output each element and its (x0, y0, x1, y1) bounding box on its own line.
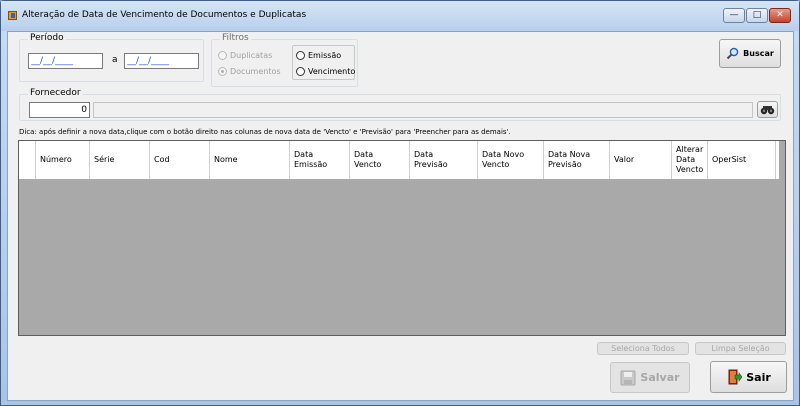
seleciona-todos-button[interactable]: Seleciona Todos (597, 342, 689, 355)
sair-button[interactable]: Sair (710, 361, 787, 393)
date-type-subgroup: Emissão Vencimento (292, 45, 355, 80)
filtros-label: Filtros (220, 33, 251, 43)
radio-duplicatas-label: Duplicatas (230, 51, 273, 60)
floppy-disk-icon (620, 370, 636, 385)
close-button[interactable]: ✕ (769, 8, 791, 23)
col-data-nova-previsao[interactable]: Data Nova Previsão (544, 141, 610, 179)
fornecedor-name-field (93, 102, 753, 118)
binoculars-icon (760, 105, 775, 114)
title-bar[interactable]: Alteração de Data de Vencimento de Docum… (1, 1, 799, 31)
radio-documentos-label: Documentos (230, 67, 281, 76)
filtros-group: Filtros Duplicatas Documentos Emissão Ve… (211, 33, 358, 87)
salvar-button[interactable]: Salvar (610, 362, 690, 393)
col-data-novo-vencto[interactable]: Data Novo Vencto (478, 141, 544, 179)
radio-vencimento-label: Vencimento (308, 67, 356, 76)
grid-header: Número Série Cod Nome Data Emissão Data … (19, 141, 779, 179)
hint-text: Dica: após definir a nova data,clique co… (19, 128, 511, 136)
date-start-input[interactable]: __/__/____ (28, 53, 103, 69)
radio-vencimento[interactable]: Vencimento (296, 67, 355, 76)
limpa-selecao-button[interactable]: Limpa Seleção (695, 342, 786, 355)
col-nome[interactable]: Nome (210, 141, 290, 179)
magnifier-icon (726, 47, 739, 60)
buscar-button[interactable]: Buscar (719, 39, 781, 68)
maximize-button[interactable]: □ (746, 8, 768, 23)
window-controls: — □ ✕ (723, 8, 791, 23)
radio-duplicatas-circle (218, 51, 227, 60)
radio-emissao-label: Emissão (308, 51, 342, 60)
col-opersist[interactable]: OperSist (708, 141, 776, 179)
col-cod[interactable]: Cod (150, 141, 210, 179)
salvar-label: Salvar (640, 371, 680, 384)
col-data-vencto[interactable]: Data Vencto (350, 141, 410, 179)
date-end-input[interactable]: __/__/____ (124, 53, 199, 69)
app-icon (8, 11, 17, 20)
fornecedor-code-input[interactable]: 0 (29, 102, 90, 118)
radio-vencimento-circle (296, 67, 305, 76)
col-serie[interactable]: Série (90, 141, 150, 179)
main-window: Alteração de Data de Vencimento de Docum… (0, 0, 800, 406)
fornecedor-search-button[interactable] (757, 101, 778, 118)
radio-documentos-circle (218, 67, 227, 76)
minimize-button[interactable]: — (723, 8, 745, 23)
documents-grid[interactable]: Número Série Cod Nome Data Emissão Data … (18, 140, 786, 336)
fornecedor-label: Fornecedor (28, 88, 83, 98)
date-range-separator: a (112, 55, 118, 65)
radio-emissao[interactable]: Emissão (296, 51, 341, 60)
radio-documentos[interactable]: Documentos (218, 67, 281, 76)
col-alterar-data-vencto[interactable]: Alterar Data Vencto (672, 141, 708, 179)
periodo-group: Período __/__/____ a __/__/____ (19, 33, 204, 82)
col-data-emissao[interactable]: Data Emissão (290, 141, 350, 179)
sair-label: Sair (746, 370, 771, 384)
col-numero[interactable]: Número (36, 141, 90, 179)
row-header-column[interactable] (19, 141, 36, 179)
radio-duplicatas[interactable]: Duplicatas (218, 51, 272, 60)
periodo-label: Período (28, 33, 66, 43)
client-area: Período __/__/____ a __/__/____ Filtros … (7, 31, 794, 401)
fornecedor-group: Fornecedor 0 (19, 88, 781, 121)
radio-emissao-circle (296, 51, 305, 60)
buscar-label: Buscar (743, 49, 774, 58)
col-data-previsao[interactable]: Data Previsão (410, 141, 478, 179)
exit-door-icon (728, 369, 743, 385)
window-title: Alteração de Data de Vencimento de Docum… (22, 10, 307, 20)
col-valor[interactable]: Valor (610, 141, 672, 179)
